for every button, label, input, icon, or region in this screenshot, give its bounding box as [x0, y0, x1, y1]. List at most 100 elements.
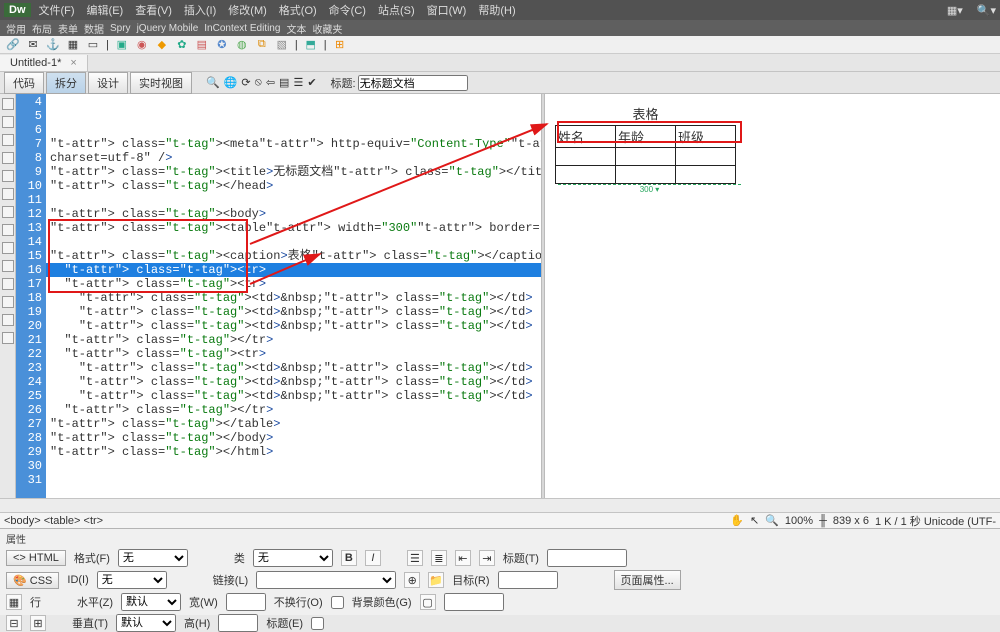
design-preview[interactable]: 表格 姓名 年龄 班级 300 ▾ [545, 94, 1000, 498]
view-code[interactable]: 代码 [4, 72, 44, 94]
rail-icon[interactable] [2, 170, 14, 182]
menu-window[interactable]: 窗口(W) [423, 2, 471, 18]
code-line[interactable]: "t-attr"> class="t-tag"><td>&nbsp;"t-att… [46, 305, 541, 319]
tag-selector[interactable]: <body> <table> <tr> [4, 515, 103, 527]
code-line[interactable]: "t-attr"> class="t-tag"><table"t-attr"> … [46, 221, 541, 235]
template-icon[interactable]: ▧ [275, 38, 289, 52]
code-line[interactable]: "t-attr"> class="t-tag"><tr> [46, 277, 541, 291]
close-icon[interactable]: × [70, 57, 76, 69]
insert-tab-text[interactable]: 文本 [286, 21, 306, 36]
ruler-icon[interactable]: ╫ [819, 515, 827, 527]
page-properties-button[interactable]: 页面属性... [614, 570, 681, 590]
preview-cell[interactable]: 姓名 [556, 126, 616, 148]
preview-cell[interactable]: 年龄 [616, 126, 676, 148]
code-line[interactable] [46, 235, 541, 249]
rail-icon[interactable] [2, 260, 14, 272]
zoom-value[interactable]: 100% [785, 515, 813, 527]
table-icon[interactable]: ▦ [66, 38, 80, 52]
nav-icon[interactable]: ⇦ [266, 76, 275, 89]
class-select[interactable]: 无 [253, 549, 333, 567]
inspect-icon[interactable]: 🔍 [206, 76, 220, 89]
insert-tab-form[interactable]: 表单 [58, 21, 78, 36]
insert-tab-ice[interactable]: InContext Editing [204, 23, 280, 34]
server-icon[interactable]: ▤ [195, 38, 209, 52]
target-input[interactable] [498, 571, 558, 589]
code-line[interactable]: "t-attr"> class="t-tag"><td>&nbsp;"t-att… [46, 291, 541, 305]
comment-icon[interactable]: ⊞ [333, 38, 347, 52]
code-line[interactable]: "t-attr"> class="t-tag"><meta"t-attr"> h… [46, 137, 541, 151]
code-editor[interactable]: "t-attr"> class="t-tag"><meta"t-attr"> h… [46, 94, 541, 498]
insert-tab-spry[interactable]: Spry [110, 23, 131, 34]
code-line[interactable]: "t-attr"> class="t-tag"><body> [46, 207, 541, 221]
rail-icon[interactable] [2, 188, 14, 200]
hyperlink-icon[interactable]: 🔗 [6, 38, 20, 52]
insert-tab-common[interactable]: 常用 [6, 21, 26, 36]
insert-tab-layout[interactable]: 布局 [32, 21, 52, 36]
view-design[interactable]: 设计 [88, 72, 128, 94]
preview-cell[interactable] [676, 166, 736, 184]
email-icon[interactable]: ✉ [26, 38, 40, 52]
title-input[interactable] [358, 75, 468, 91]
preview-cell[interactable]: 班级 [676, 126, 736, 148]
layout-icon[interactable]: ▦▾ [947, 4, 963, 17]
preview-cell[interactable] [556, 148, 616, 166]
split-icon[interactable]: ⊞ [30, 615, 46, 631]
bold-button[interactable]: B [341, 550, 357, 566]
view-split[interactable]: 拆分 [46, 72, 86, 94]
link-folder-icon[interactable]: ⊕ [404, 572, 420, 588]
indent-button[interactable]: ⇥ [479, 550, 495, 566]
stop-icon[interactable]: ⦸ [255, 76, 262, 89]
title-attr-input[interactable] [547, 549, 627, 567]
code-line[interactable]: "t-attr"> class="t-tag"><title>无标题文档"t-a… [46, 165, 541, 179]
bgcolor-swatch[interactable]: ▢ [420, 594, 436, 610]
preview-table[interactable]: 表格 姓名 年龄 班级 [555, 104, 736, 184]
code-line[interactable]: "t-attr"> class="t-tag"><td>&nbsp;"t-att… [46, 389, 541, 403]
refresh-icon[interactable]: ⟳ [241, 76, 250, 89]
select-icon[interactable]: ↖ [750, 514, 759, 527]
header-checkbox[interactable] [311, 617, 324, 630]
code-line[interactable]: "t-attr"> class="t-tag"></tr> [46, 333, 541, 347]
rail-icon[interactable] [2, 116, 14, 128]
head-icon[interactable]: ◍ [235, 38, 249, 52]
code-line[interactable]: "t-attr"> class="t-tag"></body> [46, 431, 541, 445]
vert-select[interactable]: 默认 [116, 614, 176, 632]
code-line[interactable]: "t-attr"> class="t-tag"></head> [46, 179, 541, 193]
ul-button[interactable]: ☰ [407, 550, 423, 566]
insert-tab-jqm[interactable]: jQuery Mobile [137, 23, 199, 34]
menu-help[interactable]: 帮助(H) [474, 2, 519, 18]
menu-edit[interactable]: 编辑(E) [83, 2, 128, 18]
css-tab[interactable]: 🎨 CSS [6, 572, 59, 589]
horizontal-scrollbar[interactable] [0, 498, 1000, 512]
preview-cell[interactable] [676, 148, 736, 166]
code-line[interactable]: "t-attr"> class="t-tag"><tr> [46, 347, 541, 361]
code-line[interactable]: "t-attr"> class="t-tag"></html> [46, 445, 541, 459]
menu-insert[interactable]: 插入(I) [180, 2, 220, 18]
code-line[interactable]: charset=utf-8" /> [46, 151, 541, 165]
ruler-icon[interactable]: ☰ [293, 76, 303, 89]
widget-icon[interactable]: ◆ [155, 38, 169, 52]
insert-tab-fav[interactable]: 收藏夹 [312, 21, 342, 36]
code-line[interactable]: "t-attr"> class="t-tag"><td>&nbsp;"t-att… [46, 375, 541, 389]
rail-icon[interactable] [2, 314, 14, 326]
preview-cell[interactable] [556, 166, 616, 184]
nowrap-checkbox[interactable] [331, 596, 344, 609]
hand-icon[interactable]: ✋ [730, 514, 744, 527]
rail-icon[interactable] [2, 242, 14, 254]
html-tab[interactable]: <> HTML [6, 550, 66, 566]
char-icon[interactable]: ✪ [215, 38, 229, 52]
rail-icon[interactable] [2, 332, 14, 344]
rail-icon[interactable] [2, 278, 14, 290]
code-line[interactable]: "t-attr"> class="t-tag"><caption>表格"t-at… [46, 249, 541, 263]
code-line[interactable]: "t-attr"> class="t-tag"></tr> [46, 403, 541, 417]
options-icon[interactable]: ▤ [279, 76, 289, 89]
code-line[interactable] [46, 459, 541, 473]
code-line[interactable] [46, 193, 541, 207]
rail-icon[interactable] [2, 98, 14, 110]
code-line[interactable]: "t-attr"> class="t-tag"><tr> [46, 263, 541, 277]
ol-button[interactable]: ≣ [431, 550, 447, 566]
rail-icon[interactable] [2, 224, 14, 236]
date-icon[interactable]: ✿ [175, 38, 189, 52]
cell-icon[interactable]: ▦ [6, 594, 22, 610]
code-line[interactable]: "t-attr"> class="t-tag"></table> [46, 417, 541, 431]
view-live[interactable]: 实时视图 [130, 72, 192, 94]
